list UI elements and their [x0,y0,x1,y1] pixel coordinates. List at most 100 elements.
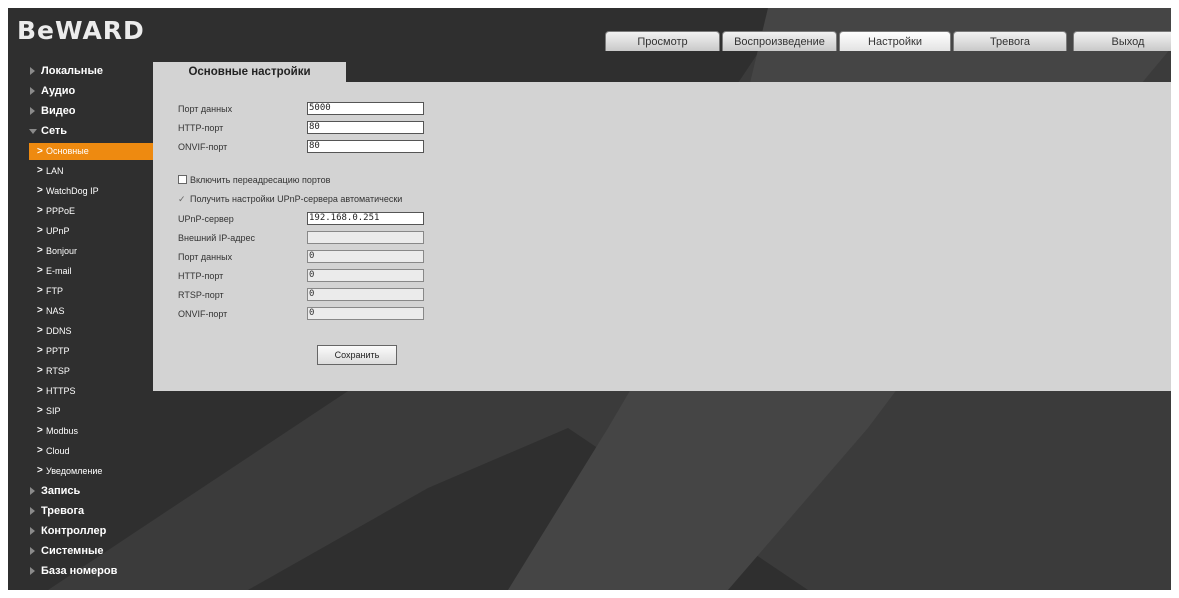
arrow-right-icon [30,67,35,75]
upnp-http-port-input[interactable]: 0 [307,269,424,282]
arrow-right-icon [30,87,35,95]
sidebar-item-video[interactable]: Видео [8,101,156,121]
http-port-input[interactable]: 80 [307,121,424,134]
sidebar-sub-label: PPTP [46,346,70,356]
chevron-right-icon: > [37,245,43,256]
chevron-right-icon: > [37,405,43,416]
sidebar-item-label: Видео [41,105,76,117]
sidebar-sub-label: UPnP [46,226,70,236]
chevron-right-icon: > [37,146,43,157]
sidebar-item-label: Системные [41,545,104,557]
sidebar-sub-pppoe[interactable]: > PPPoE [8,201,156,221]
sidebar-sub-ddns[interactable]: > DDNS [8,321,156,341]
sidebar-sub-label: DDNS [46,326,72,336]
tab-alarm[interactable]: Тревога [953,31,1067,51]
sidebar-sub-label: RTSP [46,366,70,376]
sidebar-sub-lan[interactable]: > LAN [8,161,156,181]
arrow-right-icon [30,507,35,515]
sidebar-item-system[interactable]: Системные [8,541,156,561]
arrow-down-icon [29,129,37,134]
external-ip-label: Внешний IP-адрес [178,233,255,243]
sidebar-sub-basic[interactable]: > Основные [29,143,153,160]
sidebar-sub-label: Cloud [46,446,70,456]
chevron-right-icon: > [37,205,43,216]
chevron-right-icon: > [37,225,43,236]
sidebar-sub-sip[interactable]: > SIP [8,401,156,421]
beward-logo: BeWARD [17,16,145,46]
upnp-rtsp-port-label: RTSP-порт [178,290,224,300]
sidebar-item-network[interactable]: Сеть [8,121,156,141]
app-window: BeWARD Просмотр Воспроизведение Настройк… [8,8,1171,590]
sidebar-sub-nas[interactable]: > NAS [8,301,156,321]
upnp-data-port-input[interactable]: 0 [307,250,424,263]
arrow-right-icon [30,107,35,115]
chevron-right-icon: > [37,425,43,436]
sidebar-sub-label: E-mail [46,266,72,276]
arrow-right-icon [30,487,35,495]
tab-settings[interactable]: Настройки [839,31,951,51]
chevron-right-icon: > [37,185,43,196]
sidebar-sub-label: LAN [46,166,64,176]
sidebar-sub-label: NAS [46,306,65,316]
chevron-right-icon: > [37,385,43,396]
sidebar-item-plates[interactable]: База номеров [8,561,156,581]
sidebar-item-alarm[interactable]: Тревога [8,501,156,521]
chevron-right-icon: > [37,265,43,276]
sidebar-item-record[interactable]: Запись [8,481,156,501]
sidebar-sub-label: Уведомление [46,466,103,476]
save-button[interactable]: Сохранить [317,345,397,365]
upnp-server-input[interactable]: 192.168.0.251 [307,212,424,225]
sidebar-item-controller[interactable]: Контроллер [8,521,156,541]
checkmark-icon[interactable]: ✓ [178,194,186,204]
sidebar-sub-label: Modbus [46,426,79,436]
chevron-right-icon: > [37,345,43,356]
sidebar-sub-label: FTP [46,286,63,296]
sidebar-sub-label: PPPoE [46,206,76,216]
sidebar-item-label: Тревога [41,505,85,517]
onvif-port-input[interactable]: 80 [307,140,424,153]
port-forwarding-checkbox[interactable] [178,175,187,184]
sidebar-sub-https[interactable]: > HTTPS [8,381,156,401]
sidebar-sub-ftp[interactable]: > FTP [8,281,156,301]
data-port-label: Порт данных [178,104,233,114]
chevron-right-icon: > [37,325,43,336]
upnp-data-port-label: Порт данных [178,252,233,262]
onvif-port-label: ONVIF-порт [178,142,228,152]
upnp-rtsp-port-input[interactable]: 0 [307,288,424,301]
chevron-right-icon: > [37,365,43,376]
upnp-auto-label: Получить настройки UPnP-сервера автомати… [190,194,403,204]
sidebar-item-label: Аудио [41,85,76,97]
settings-panel: Порт данных 5000 HTTP-порт 80 ONVIF-порт… [153,82,1171,391]
upnp-onvif-port-label: ONVIF-порт [178,309,228,319]
sidebar-sub-label: HTTPS [46,386,76,396]
sidebar-item-label: Запись [41,485,81,497]
sidebar-sub-notification[interactable]: > Уведомление [8,461,156,481]
arrow-right-icon [30,567,35,575]
sidebar-sub-cloud[interactable]: > Cloud [8,441,156,461]
sidebar-sub-upnp[interactable]: > UPnP [8,221,156,241]
chevron-right-icon: > [37,165,43,176]
sidebar-item-local[interactable]: Локальные [8,61,156,81]
sidebar-sub-email[interactable]: > E-mail [8,261,156,281]
sidebar-sub-label: SIP [46,406,61,416]
external-ip-input[interactable] [307,231,424,244]
data-port-input[interactable]: 5000 [307,102,424,115]
sidebar-sub-bonjour[interactable]: > Bonjour [8,241,156,261]
sidebar-sub-watchdog[interactable]: > WatchDog IP [8,181,156,201]
http-port-label: HTTP-порт [178,123,224,133]
sidebar-sub-pptp[interactable]: > PPTP [8,341,156,361]
sidebar-item-audio[interactable]: Аудио [8,81,156,101]
upnp-onvif-port-input[interactable]: 0 [307,307,424,320]
arrow-right-icon [30,547,35,555]
chevron-right-icon: > [37,305,43,316]
chevron-right-icon: > [37,465,43,476]
tab-exit[interactable]: Выход [1073,31,1171,51]
sidebar-item-label: База номеров [41,565,118,577]
tab-view[interactable]: Просмотр [605,31,720,51]
sidebar-sub-wrapper: > Основные [8,143,156,160]
sidebar-sub-modbus[interactable]: > Modbus [8,421,156,441]
sidebar-sub-rtsp[interactable]: > RTSP [8,361,156,381]
logo-text: BeWARD [17,16,145,45]
tab-playback[interactable]: Воспроизведение [722,31,837,51]
port-forwarding-label: Включить переадресацию портов [190,175,331,185]
